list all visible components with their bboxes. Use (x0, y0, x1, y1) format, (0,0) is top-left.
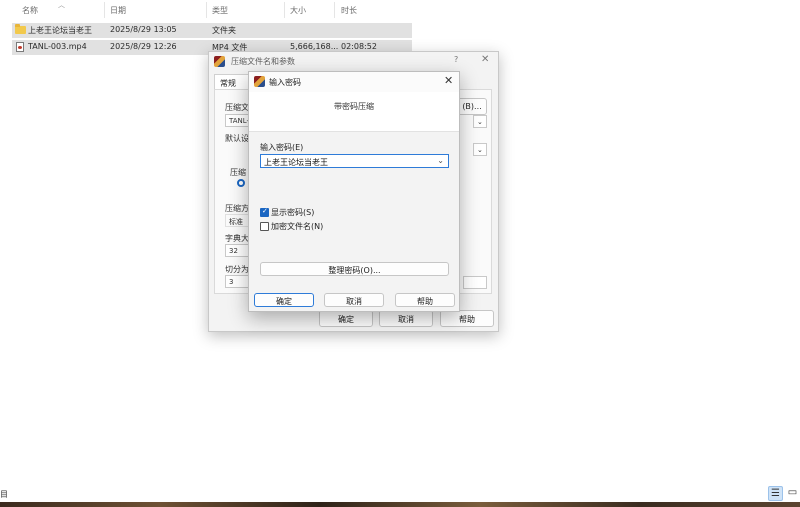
close-icon[interactable]: ✕ (481, 54, 489, 65)
column-type[interactable]: 类型 (212, 5, 228, 16)
column-duration[interactable]: 时长 (341, 5, 357, 16)
dialog-titlebar[interactable]: 压缩文件名和参数 ? ✕ (209, 52, 498, 72)
column-divider[interactable] (334, 2, 335, 18)
column-divider[interactable] (104, 2, 105, 18)
column-divider[interactable] (206, 2, 207, 18)
file-size: 5,666,168... (290, 42, 339, 51)
dialog-subtitle: 带密码压缩 (334, 102, 374, 111)
column-divider[interactable] (284, 2, 285, 18)
column-date[interactable]: 日期 (110, 5, 126, 16)
dialog-body: 输入密码(E) 上老王论坛当老王 ⌄ 显示密码(S) 加密文件名(N) 整理密码… (249, 133, 459, 283)
encrypt-names-checkbox[interactable] (260, 222, 269, 231)
tab-general[interactable]: 常规 (214, 74, 250, 89)
compress-group-label: 压缩 (230, 168, 246, 177)
password-value: 上老王论坛当老王 (264, 158, 328, 167)
folder-icon (15, 24, 26, 34)
dialog-header: 带密码压缩 (249, 92, 459, 132)
password-label: 输入密码(E) (260, 143, 304, 152)
winrar-icon (214, 56, 225, 67)
archive-name-label: 压缩文 (225, 103, 249, 112)
details-view-button[interactable]: ☰ (768, 486, 783, 501)
column-name[interactable]: 名称 (22, 5, 38, 16)
default-settings-label: 默认设 (225, 134, 249, 143)
format-radio[interactable] (237, 179, 245, 187)
organize-passwords-button[interactable]: 整理密码(O)... (260, 262, 449, 276)
method-label: 压缩方 (225, 204, 249, 213)
cancel-button[interactable]: 取消 (324, 293, 384, 307)
file-duration: 02:08:52 (341, 42, 377, 51)
file-name: 上老王论坛当老王 (28, 26, 92, 35)
column-header: ︿ 名称 日期 类型 大小 时长 (0, 0, 415, 20)
help-button[interactable]: 帮助 (395, 293, 455, 307)
help-button[interactable]: 帮助 (440, 310, 494, 327)
file-date: 2025/8/29 13:05 (110, 25, 177, 34)
dialog-title: 输入密码 (269, 78, 301, 87)
dictionary-label: 字典大 (225, 234, 249, 243)
desktop-wallpaper-strip (0, 502, 800, 507)
help-icon[interactable]: ? (454, 55, 458, 64)
status-item-count: 目 (0, 490, 8, 499)
column-size[interactable]: 大小 (290, 5, 306, 16)
file-row[interactable]: 上老王论坛当老王 2025/8/29 13:05 文件夹 (12, 23, 412, 38)
file-name: TANL-003.mp4 (28, 42, 87, 51)
browse-button[interactable]: (B)... (457, 98, 487, 115)
dialog-title: 压缩文件名和参数 (231, 57, 295, 66)
show-password-checkbox[interactable] (260, 207, 269, 217)
cancel-button[interactable]: 取消 (379, 310, 433, 327)
dialog-titlebar[interactable]: 输入密码 ✕ (249, 72, 459, 92)
show-password-label[interactable]: 显示密码(S) (271, 207, 314, 218)
file-type: 文件夹 (212, 26, 236, 35)
video-file-icon (16, 42, 24, 52)
split-label: 切分为 (225, 265, 249, 274)
password-dialog: 输入密码 ✕ 带密码压缩 输入密码(E) 上老王论坛当老王 ⌄ 显示密码(S) … (248, 71, 460, 312)
sort-ascending-icon: ︿ (58, 1, 65, 9)
option-field[interactable] (463, 276, 487, 289)
chevron-down-icon[interactable]: ⌄ (437, 156, 444, 165)
ok-button[interactable]: 确定 (254, 293, 314, 307)
close-icon[interactable]: ✕ (444, 74, 453, 87)
tiles-view-button[interactable]: ▭ (785, 486, 800, 501)
winrar-icon (254, 76, 265, 87)
ok-button[interactable]: 确定 (319, 310, 373, 327)
archive-name-dropdown[interactable]: ⌄ (473, 115, 487, 128)
password-input[interactable]: 上老王论坛当老王 ⌄ (260, 154, 449, 168)
file-date: 2025/8/29 12:26 (110, 42, 177, 51)
format-dropdown[interactable]: ⌄ (473, 143, 487, 156)
encrypt-names-label[interactable]: 加密文件名(N) (271, 221, 323, 232)
